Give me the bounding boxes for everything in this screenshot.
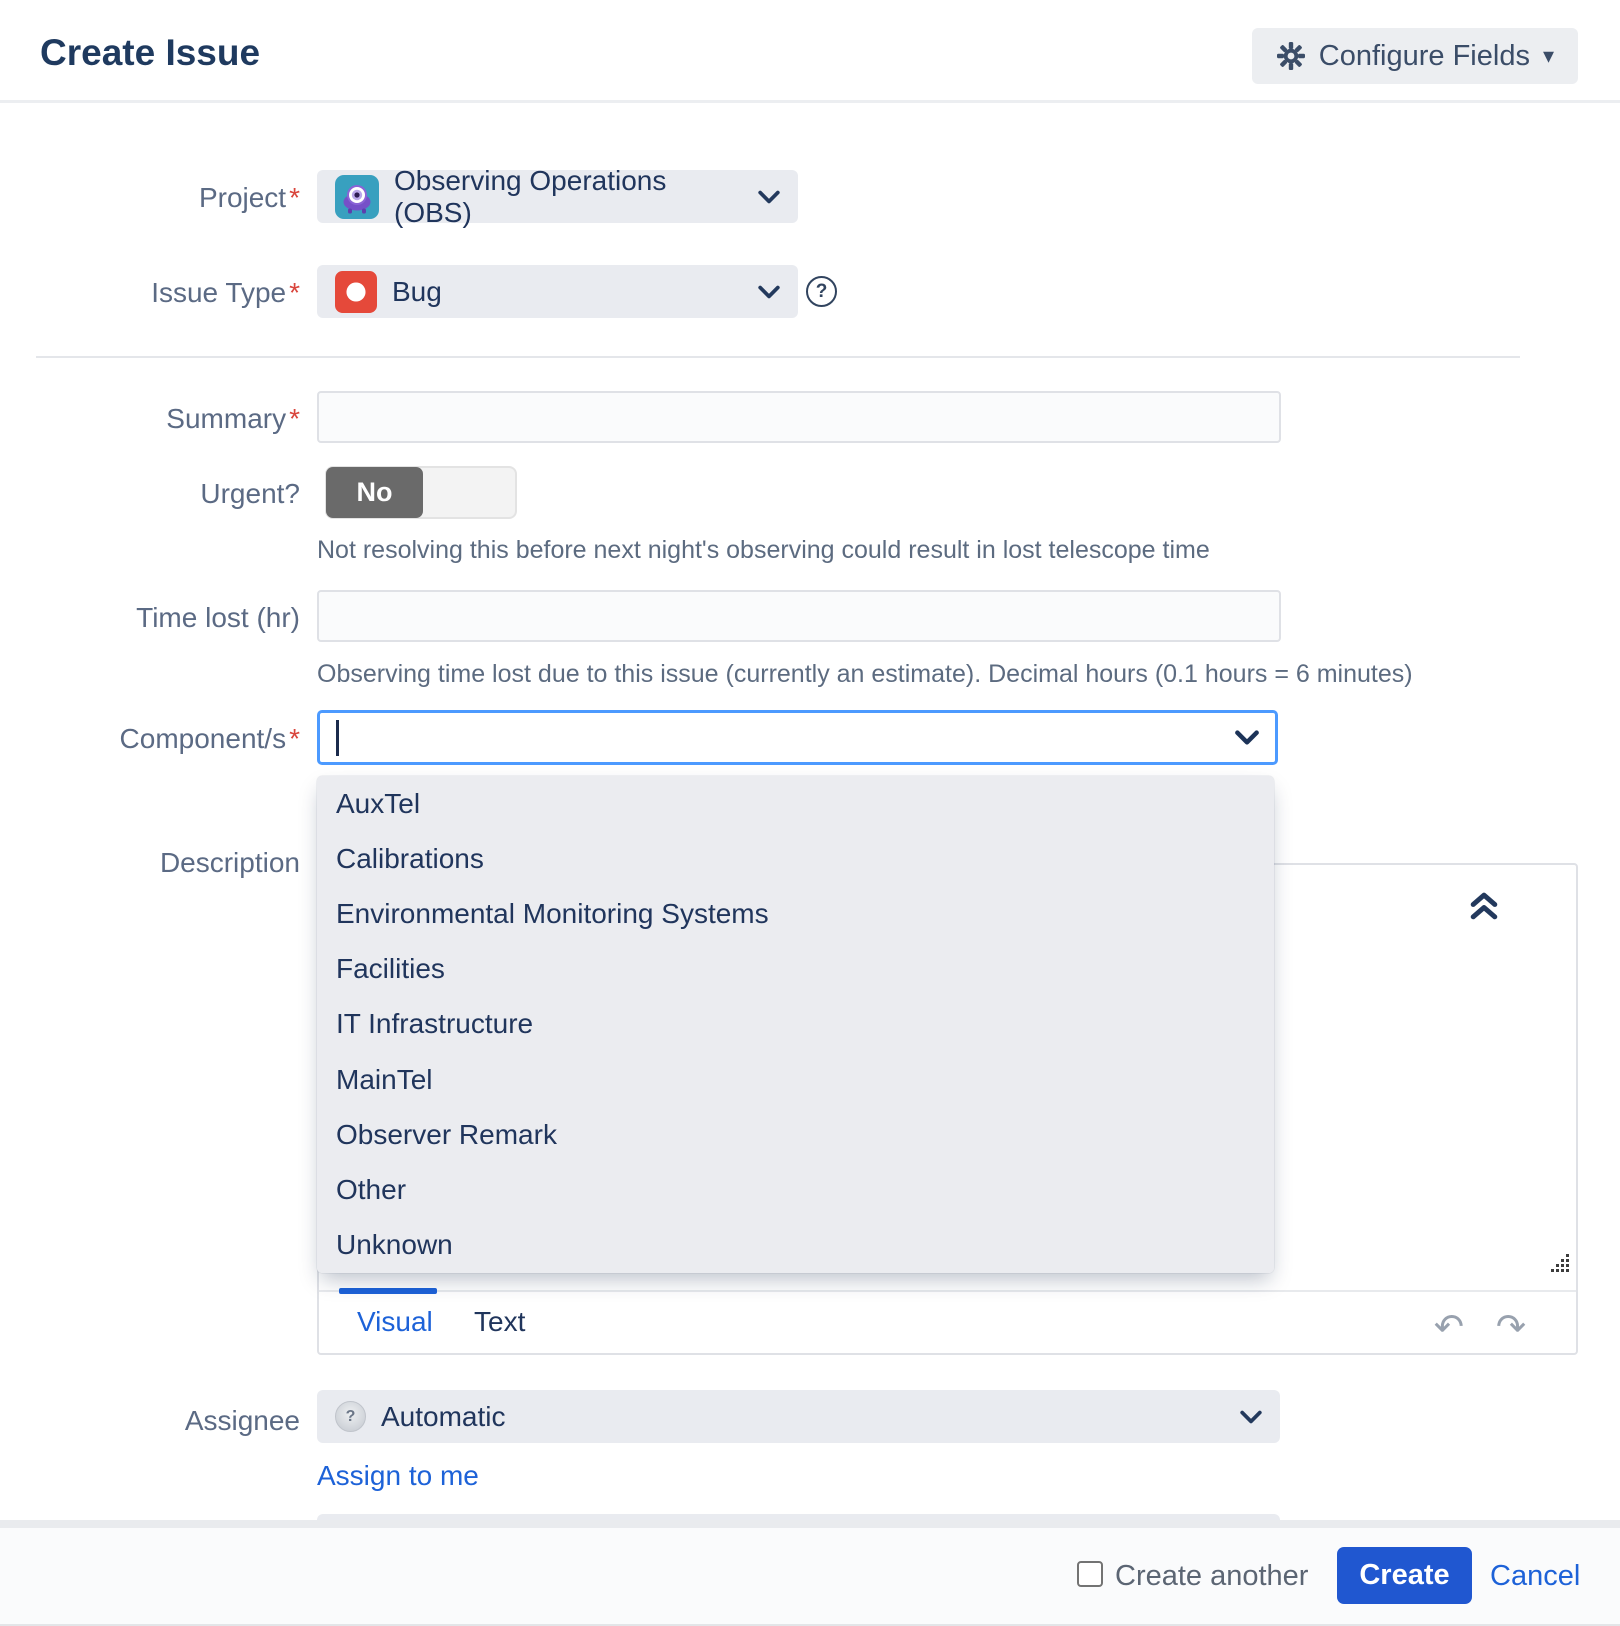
create-button[interactable]: Create — [1337, 1547, 1472, 1604]
active-tab-indicator — [339, 1288, 437, 1294]
summary-input[interactable] — [317, 391, 1281, 443]
assignee-value: Automatic — [381, 1401, 506, 1433]
section-divider — [36, 356, 1520, 358]
dropdown-option[interactable]: MainTel — [317, 1052, 1274, 1107]
text-cursor — [336, 720, 339, 756]
dropdown-option[interactable]: Environmental Monitoring Systems — [317, 886, 1274, 941]
page-title: Create Issue — [40, 32, 260, 74]
dropdown-option[interactable]: Other — [317, 1162, 1274, 1217]
assign-to-me-link[interactable]: Assign to me — [317, 1460, 479, 1492]
editor-tabbar-divider — [319, 1290, 1576, 1292]
chevron-down-icon — [758, 285, 780, 299]
chevron-down-icon — [758, 190, 780, 204]
gear-icon — [1276, 41, 1306, 71]
create-another-label: Create another — [1115, 1560, 1308, 1592]
create-issue-dialog: Create Issue — [0, 0, 1620, 1626]
resize-grip-icon[interactable] — [1547, 1253, 1571, 1282]
components-input[interactable] — [317, 710, 1278, 765]
description-label: Description — [0, 846, 300, 880]
dropdown-option[interactable]: IT Infrastructure — [317, 997, 1274, 1052]
tab-visual[interactable]: Visual — [357, 1306, 433, 1338]
project-avatar — [335, 175, 379, 219]
chevron-down-icon — [1235, 730, 1259, 745]
dropdown-option[interactable]: Facilities — [317, 942, 1274, 997]
dialog-header: Create Issue — [0, 0, 1620, 103]
components-label: Component/s — [0, 722, 300, 756]
urgent-help-text: Not resolving this before next night's o… — [317, 536, 1210, 565]
project-select[interactable]: Observing Operations (OBS) — [317, 170, 798, 223]
caret-down-icon: ▾ — [1543, 45, 1554, 67]
undo-icon[interactable]: ↶ — [1434, 1309, 1464, 1345]
issue-type-help-icon[interactable]: ? — [806, 276, 837, 307]
project-value: Observing Operations (OBS) — [394, 165, 743, 229]
create-another-checkbox[interactable] — [1077, 1561, 1103, 1587]
time-lost-input[interactable] — [317, 590, 1281, 642]
components-dropdown: AuxTel CalibrationsEnvironmental Monitor… — [317, 776, 1274, 1273]
tab-text[interactable]: Text — [474, 1306, 525, 1338]
configure-fields-label: Configure Fields — [1319, 40, 1530, 73]
dropdown-option[interactable]: Calibrations — [317, 831, 1274, 886]
issue-type-label: Issue Type — [0, 276, 300, 310]
issue-type-select[interactable]: Bug — [317, 265, 798, 318]
dropdown-option[interactable]: Unknown — [317, 1218, 1274, 1273]
question-avatar-icon: ? — [335, 1401, 366, 1432]
urgent-toggle-state: No — [326, 467, 423, 518]
urgent-label: Urgent? — [0, 477, 300, 511]
assignee-select[interactable]: ? Automatic — [317, 1390, 1280, 1443]
project-label: Project — [0, 181, 300, 215]
time-lost-help-text: Observing time lost due to this issue (c… — [317, 660, 1413, 689]
summary-label: Summary — [0, 402, 300, 436]
time-lost-label: Time lost (hr) — [0, 601, 300, 635]
footer-top-band — [0, 1520, 1620, 1528]
assignee-label: Assignee — [0, 1404, 300, 1438]
redo-icon[interactable]: ↷ — [1496, 1309, 1526, 1345]
cancel-button[interactable]: Cancel — [1490, 1560, 1580, 1592]
dropdown-option[interactable]: AuxTel — [317, 776, 1274, 831]
configure-fields-button[interactable]: Configure Fields ▾ — [1252, 28, 1578, 84]
dropdown-option[interactable]: Observer Remark — [317, 1107, 1274, 1162]
urgent-toggle[interactable]: No — [325, 466, 517, 519]
double-chevron-up-icon[interactable] — [1468, 889, 1500, 923]
bug-icon — [335, 271, 377, 313]
issue-type-value: Bug — [392, 276, 442, 308]
chevron-down-icon — [1240, 1410, 1262, 1424]
